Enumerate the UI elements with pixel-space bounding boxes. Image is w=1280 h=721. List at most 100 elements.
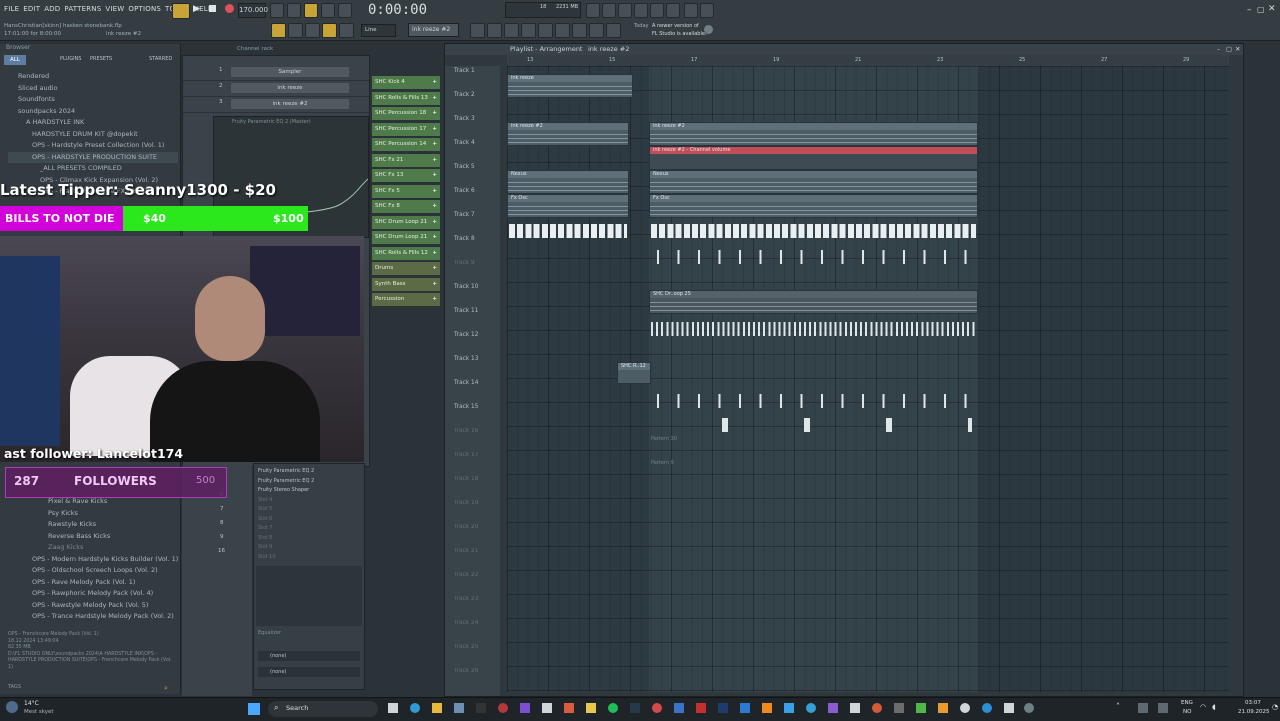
tray-icon[interactable] <box>1138 703 1148 713</box>
pattern-item[interactable]: Drums <box>372 262 440 275</box>
menu-edit[interactable]: EDIT <box>23 5 40 13</box>
effect-slot[interactable]: Slot 8 <box>258 534 360 544</box>
list-item[interactable]: OPS - Rawphoric Melody Pack (Vol. 4) <box>8 588 178 600</box>
automation-clip[interactable]: ink reeze #2 - Channel volume <box>649 146 978 170</box>
file-explorer-icon[interactable] <box>432 703 442 713</box>
app-icon[interactable] <box>542 703 552 713</box>
clip[interactable]: ink reeze #2 <box>649 122 978 146</box>
list-item[interactable]: soundpacks 2024 <box>8 106 178 118</box>
list-item[interactable]: HARDSTYLE DRUM KIT @dopekit <box>8 129 178 141</box>
brush-icon[interactable] <box>555 23 570 38</box>
play-icon[interactable]: ▶ <box>193 4 200 14</box>
track-header[interactable]: Track 1 <box>445 66 500 90</box>
weather-icon[interactable] <box>6 701 18 713</box>
channel-row[interactable]: 3 ink reeze #2 <box>183 97 369 113</box>
pattern-item[interactable]: SHC Fx 13 <box>372 169 440 182</box>
audio-clip-pattern[interactable] <box>657 250 977 264</box>
snap-icon[interactable] <box>271 23 286 38</box>
menu-patterns[interactable]: PATTERNS <box>64 5 101 13</box>
notification-icon[interactable]: ◔ <box>1272 703 1278 711</box>
list-item[interactable]: _ALL PRESETS COMPILED <box>8 163 178 175</box>
photoshop-icon[interactable] <box>718 703 728 713</box>
news-line1[interactable]: A newer version of <box>652 23 699 29</box>
pattern-item[interactable]: SHC Drum Loop 21 <box>372 231 440 244</box>
track-header[interactable]: Track 10 <box>445 282 500 306</box>
effect-slot[interactable]: Slot 10 <box>258 553 360 563</box>
clock-date[interactable]: 21.09.2025 <box>1238 709 1270 715</box>
record-icon[interactable] <box>225 4 234 13</box>
channel-name-button[interactable]: ink reeze #2 <box>231 99 349 109</box>
language-indicator[interactable]: ENG <box>1181 700 1193 706</box>
search-icon[interactable]: ⌕ <box>164 684 168 693</box>
audio-clip-pattern[interactable] <box>651 224 976 238</box>
pattern-item[interactable]: SHC Drum Loop 21 <box>372 215 440 229</box>
clip-title[interactable]: Pattern 9 <box>651 460 674 466</box>
pattern-item[interactable]: SHC Percussion 18 <box>372 107 440 120</box>
acrobat-icon[interactable] <box>696 703 706 713</box>
track-header[interactable]: Track 6 <box>445 186 500 210</box>
list-item[interactable]: OPS - Rawstyle Melody Pack (Vol. 5) <box>8 600 178 612</box>
close-icon[interactable]: ✕ <box>1268 4 1276 14</box>
pattern-item[interactable]: SHC Rolls & Fills 12 <box>372 246 440 260</box>
pattern-selector[interactable]: ink reeze #2 <box>408 23 459 37</box>
channel-row[interactable]: 1 Sampler <box>183 65 369 81</box>
zoom-icon[interactable] <box>589 23 604 38</box>
opera-icon[interactable] <box>498 703 508 713</box>
list-item[interactable]: Rawstyle Kicks <box>8 519 178 531</box>
edge-icon[interactable] <box>410 703 420 713</box>
audio-clip-pattern[interactable] <box>722 418 972 432</box>
countdown-icon[interactable] <box>304 3 318 18</box>
metronome-icon[interactable] <box>270 3 284 18</box>
region-indicator[interactable]: NO <box>1183 709 1191 715</box>
tab-plugins[interactable]: PLUGINS <box>60 56 81 62</box>
clip[interactable]: SHC R..12 <box>617 362 651 384</box>
effect-slot[interactable]: Slot 4 <box>258 496 360 506</box>
track-header[interactable]: Track 24 <box>445 618 500 642</box>
menu-view[interactable]: VIEW <box>105 5 124 13</box>
app-icon[interactable] <box>740 703 750 713</box>
playback-icon[interactable] <box>606 23 621 38</box>
store-icon[interactable] <box>476 703 486 713</box>
slice-icon[interactable] <box>572 23 587 38</box>
effect-slot[interactable]: Slot 6 <box>258 515 360 525</box>
cpu-icon[interactable] <box>586 3 600 18</box>
app-icon[interactable] <box>916 703 926 713</box>
track-header[interactable]: Track 21 <box>445 546 500 570</box>
tab-starred[interactable]: STARRED <box>149 56 172 62</box>
task-view-icon[interactable] <box>388 703 398 713</box>
app-icon[interactable] <box>586 703 596 713</box>
track-header[interactable]: Track 5 <box>445 162 500 186</box>
pattern-item[interactable]: Synth Bass <box>372 277 440 291</box>
effect-slot[interactable]: Slot 7 <box>258 524 360 534</box>
route-output-select[interactable]: (none) <box>258 667 360 677</box>
track-header[interactable]: Track 8 <box>445 234 500 258</box>
list-item[interactable]: Psy Kicks <box>8 508 178 520</box>
tab-presets[interactable]: PRESETS <box>90 56 112 62</box>
pattern-item[interactable]: SHC Fx 8 <box>372 200 440 213</box>
track-header[interactable]: Track 23 <box>445 594 500 618</box>
playlist-close-icon[interactable]: ✕ <box>1235 44 1240 55</box>
spotify-icon[interactable] <box>608 703 618 713</box>
effect-slot[interactable]: Fruity Parametric EQ 2 <box>258 477 360 487</box>
tab-all[interactable]: ALL <box>4 55 26 65</box>
list-item[interactable]: Rendered <box>8 71 178 83</box>
channel-rack-icon[interactable] <box>487 23 502 38</box>
route-input-select[interactable]: (none) <box>258 651 360 661</box>
loop-record-icon[interactable] <box>321 3 335 18</box>
network-icon[interactable]: ◠ <box>1200 703 1206 711</box>
tray-icon[interactable] <box>1158 703 1168 713</box>
clock-time[interactable]: 03:07 <box>1245 700 1261 706</box>
tempo-display[interactable]: 170.000 <box>238 3 268 18</box>
effect-slot[interactable]: Fruity Stereo Shaper <box>258 486 360 496</box>
effect-slot[interactable]: Slot 5 <box>258 505 360 515</box>
pattern-song-toggle[interactable] <box>172 3 190 19</box>
pattern-item[interactable]: SHC Rolls & Fills 13 <box>372 91 440 105</box>
audio-clip-pattern[interactable] <box>651 322 976 336</box>
clip[interactable]: ink reeze #2 <box>507 122 629 146</box>
track-header[interactable]: Track 3 <box>445 114 500 138</box>
pencil-icon[interactable] <box>305 23 320 38</box>
microphone-icon[interactable] <box>618 3 632 18</box>
app-icon[interactable] <box>652 703 662 713</box>
track-header[interactable]: Track 4 <box>445 138 500 162</box>
track-header[interactable]: Track 15 <box>445 402 500 426</box>
